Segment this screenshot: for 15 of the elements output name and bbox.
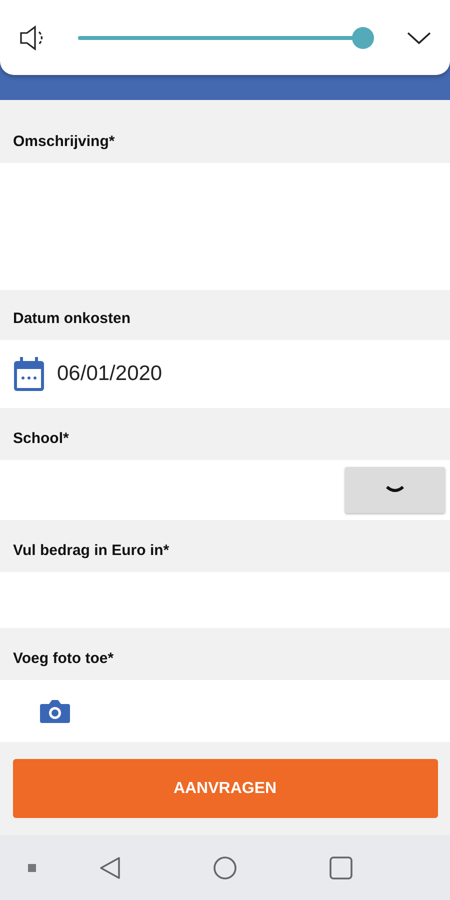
camera-icon[interactable] <box>39 698 71 724</box>
chevron-down-icon <box>386 486 404 494</box>
recents-icon[interactable] <box>329 856 353 880</box>
home-icon[interactable] <box>213 856 237 880</box>
field-label: School* <box>12 428 70 448</box>
date-value[interactable]: 06/01/2020 <box>57 358 162 390</box>
field-label: Voeg foto toe* <box>12 648 115 668</box>
calendar-icon[interactable] <box>13 356 45 392</box>
field-label: Omschrijving* <box>12 132 116 152</box>
slider-thumb[interactable] <box>352 26 374 48</box>
field-label: Datum onkosten <box>12 308 132 328</box>
field-label: Vul bedrag in Euro in* <box>12 540 170 560</box>
volume-slider[interactable] <box>78 26 374 48</box>
back-icon[interactable] <box>99 856 121 880</box>
chevron-down-icon[interactable] <box>406 30 432 46</box>
